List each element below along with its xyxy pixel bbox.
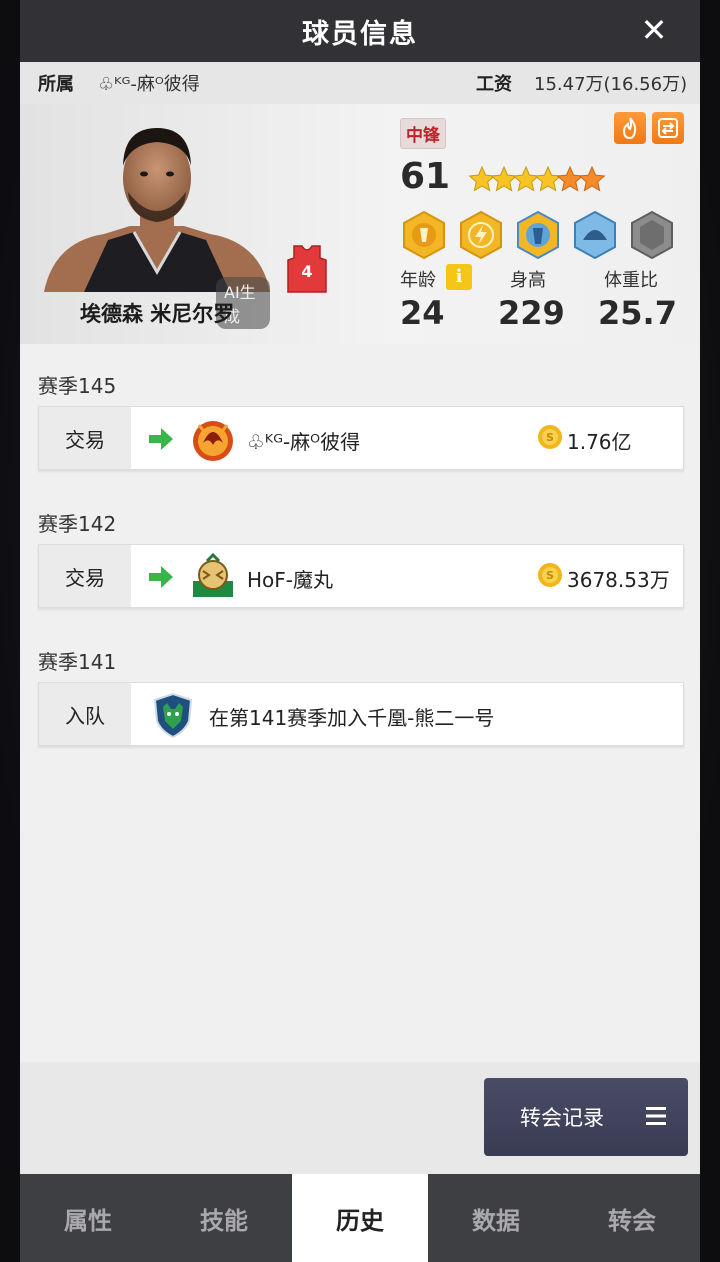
tab-skills[interactable]: 技能 <box>156 1174 292 1262</box>
position-badge: 中锋 <box>400 118 446 149</box>
badge-icon-1 <box>403 210 445 260</box>
salary-label: 工资 <box>476 74 512 95</box>
affiliation-bar: 所属 ♧ᴷᴳ-麻ᴼ彼得 工资 15.47万(16.56万) <box>20 62 700 104</box>
skill-badges <box>400 208 700 264</box>
team-logo-wolf-shield-icon <box>153 692 193 739</box>
history-row[interactable]: 交易 ♧ᴷᴳ-麻ᴼ彼得 S 1.76亿 <box>38 406 684 470</box>
panel-title: 球员信息 <box>302 18 418 50</box>
star-rating <box>468 162 618 196</box>
height-value: 229 <box>498 294 565 332</box>
coin-icon: S <box>538 425 562 449</box>
history-kind: 交易 <box>39 545 131 607</box>
tab-bar: 属性 技能 历史 数据 转会 <box>20 1174 700 1262</box>
star-icon <box>468 165 496 192</box>
history-row[interactable]: 交易 HoF-魔丸 S 3678.53万 <box>38 544 684 608</box>
age-value: 24 <box>400 294 445 332</box>
team-logo-warrior-icon <box>193 553 233 597</box>
affiliation-team: ♧ᴷᴳ-麻ᴼ彼得 <box>98 74 200 95</box>
jersey-number: 4 <box>301 262 313 281</box>
coin-icon: S <box>538 563 562 587</box>
fire-icon[interactable] <box>614 112 646 144</box>
history-kind: 交易 <box>39 407 131 469</box>
star-icon <box>556 165 584 192</box>
season-label: 赛季142 <box>38 512 117 536</box>
season-label: 赛季141 <box>38 650 117 674</box>
jersey-icon: 4 <box>286 244 328 294</box>
arrow-right-icon <box>149 428 173 450</box>
height-label: 身高 <box>510 270 546 291</box>
player-card: AI生成 4 埃德森 米尼尔罗 中锋 61 年龄 i 身高 体重比 24 229… <box>20 104 700 344</box>
player-avatar: AI生成 <box>44 122 270 329</box>
team-logo-phoenix-icon <box>193 421 233 461</box>
affiliation-label: 所属 <box>38 74 74 95</box>
history-price: 1.76亿 <box>567 430 632 454</box>
history-team: ♧ᴷᴳ-麻ᴼ彼得 <box>247 430 361 454</box>
svg-text:S: S <box>546 569 554 582</box>
svg-text:S: S <box>546 431 554 444</box>
history-row[interactable]: 入队 在第141赛季加入千凰-熊二一号 <box>38 682 684 746</box>
swap-icon[interactable] <box>652 112 684 144</box>
transfer-record-label: 转会记录 <box>520 1106 604 1130</box>
history-team: 在第141赛季加入千凰-熊二一号 <box>209 706 495 730</box>
badge-icon-2 <box>460 210 502 260</box>
star-icon <box>534 165 562 192</box>
menu-icon <box>646 1107 666 1125</box>
star-icon <box>578 165 606 192</box>
player-info-panel: 球员信息 ✕ 所属 ♧ᴷᴳ-麻ᴼ彼得 工资 15.47万(16.56万) AI生… <box>20 0 700 1262</box>
badge-icon-3 <box>517 210 559 260</box>
star-icon <box>490 165 518 192</box>
info-icon[interactable]: i <box>446 264 472 290</box>
history-kind: 入队 <box>39 683 131 745</box>
age-label: 年龄 <box>400 270 436 291</box>
transfer-record-button[interactable]: 转会记录 <box>484 1078 688 1156</box>
weight-ratio-label: 体重比 <box>604 270 658 291</box>
tab-stats[interactable]: 数据 <box>428 1174 564 1262</box>
player-rating: 61 <box>400 156 451 197</box>
tab-history[interactable]: 历史 <box>292 1174 428 1262</box>
weight-ratio-value: 25.7 <box>598 294 677 332</box>
arrow-right-icon <box>149 566 173 588</box>
title-bar: 球员信息 ✕ <box>20 0 700 62</box>
history-team: HoF-魔丸 <box>247 568 333 592</box>
tab-attributes[interactable]: 属性 <box>20 1174 156 1262</box>
tab-transfer[interactable]: 转会 <box>564 1174 700 1262</box>
season-label: 赛季145 <box>38 374 117 398</box>
badge-icon-5 <box>631 210 673 260</box>
star-icon <box>512 165 540 192</box>
history-price: 3678.53万 <box>567 568 670 592</box>
close-button[interactable]: ✕ <box>636 12 672 48</box>
salary-value: 15.47万(16.56万) <box>534 74 688 95</box>
badge-icon-4 <box>574 210 616 260</box>
player-name: 埃德森 米尼尔罗 <box>80 302 235 326</box>
